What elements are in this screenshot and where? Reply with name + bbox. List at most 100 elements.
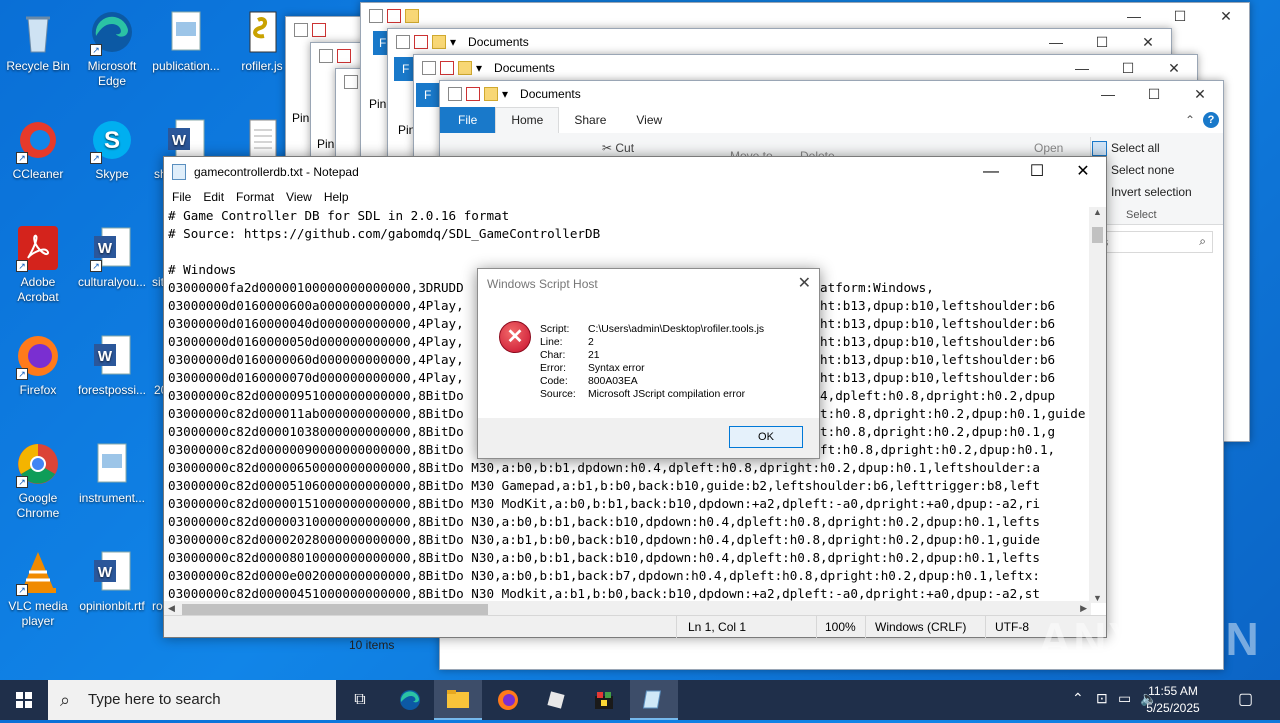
checkmark-icon [312, 23, 326, 37]
desktop-icon-vlc[interactable]: ↗ VLC media player [0, 548, 76, 629]
scroll-left-icon[interactable]: ◀ [168, 603, 175, 614]
task-view-button[interactable]: ⧉ [336, 680, 384, 720]
window-controls: — ☐ ✕ [1059, 55, 1197, 81]
text-line: # Game Controller DB for SDL in 2.0.16 f… [168, 208, 510, 223]
image-file-icon [88, 440, 136, 488]
text-line: 03000000c82d00000151000000000000,8BitDo … [168, 496, 1040, 511]
maximize-icon[interactable]: ☐ [1014, 157, 1060, 187]
desktop-icon-opinionbit[interactable]: W opinionbit.rtf [74, 548, 150, 614]
minimize-icon[interactable]: — [1111, 3, 1157, 29]
desktop-icon-publication[interactable]: publication... [148, 8, 224, 74]
scrollbar-thumb[interactable] [1092, 227, 1103, 243]
items-count: 10 items [349, 638, 395, 652]
desktop-icon-skype[interactable]: S ↗ Skype [74, 116, 150, 182]
dropdown-arrow-icon[interactable]: ▾ [476, 61, 482, 75]
collapse-ribbon-icon[interactable]: ⌃ [1185, 113, 1195, 127]
svg-text:S: S [104, 127, 120, 154]
taskbar-app-roblox[interactable] [532, 680, 580, 720]
taskbar-edge[interactable] [386, 680, 434, 720]
minimize-icon[interactable]: — [1059, 55, 1105, 81]
error-dialog[interactable]: Windows Script Host ✕ ✕ Script: C:\Users\… [477, 268, 820, 459]
minimize-icon[interactable]: — [968, 157, 1014, 187]
menu-file[interactable]: File [166, 190, 197, 204]
search-box[interactable]: ts ⌕ [1095, 231, 1213, 253]
close-icon[interactable]: ✕ [1177, 81, 1223, 107]
network-icon[interactable]: ⊡ [1096, 690, 1108, 707]
desktop-icon-culturalyou[interactable]: W ↗ culturalyou... [74, 224, 150, 290]
vertical-scrollbar[interactable]: ▲ ▼ [1089, 207, 1106, 603]
properties-icon [344, 75, 358, 89]
status-divider [985, 616, 986, 638]
start-button[interactable] [0, 680, 48, 720]
window-title: Documents [520, 87, 581, 101]
cut-button[interactable]: ✂ Cut [602, 141, 634, 155]
chevron-up-icon[interactable]: ⌃ [1072, 690, 1084, 707]
desktop-icon-adobe-acrobat[interactable]: ↗ Adobe Acrobat [0, 224, 76, 305]
shortcut-arrow-icon: ↗ [16, 476, 28, 488]
scrollbar-thumb[interactable] [182, 604, 488, 615]
clock[interactable]: 11:55 AM 5/25/2025 [1132, 683, 1214, 717]
select-none-button[interactable]: Select none [1111, 163, 1174, 177]
status-divider [816, 616, 817, 638]
notifications-icon[interactable]: ▢ [1238, 689, 1253, 709]
desktop-icon-edge[interactable]: ↗ Microsoft Edge [74, 8, 150, 89]
close-icon[interactable]: ✕ [1151, 55, 1197, 81]
ok-button[interactable]: OK [729, 426, 803, 448]
anyrun-watermark: ANY RUN [1038, 613, 1261, 665]
desktop-icon-google-chrome[interactable]: ↗ Google Chrome [0, 440, 76, 521]
desktop-icon-firefox[interactable]: ↗ Firefox [0, 332, 76, 398]
file-tab[interactable]: F [416, 83, 440, 107]
dropdown-arrow-icon[interactable]: ▾ [450, 35, 456, 49]
title-bar[interactable]: gamecontrollerdb.txt - Notepad [164, 157, 1106, 187]
select-all-button[interactable]: Select all [1111, 141, 1160, 155]
shortcut-arrow-icon: ↗ [16, 260, 28, 272]
invert-selection-button[interactable]: Invert selection [1111, 185, 1192, 199]
taskbar-search[interactable]: ⌕ Type here to search [48, 680, 336, 720]
close-icon[interactable]: ✕ [1060, 157, 1106, 187]
tab-share[interactable]: Share [559, 113, 621, 127]
menu-view[interactable]: View [280, 190, 318, 204]
desktop-icon-instrument[interactable]: instrument... [74, 440, 150, 506]
dialog-footer: OK [478, 418, 819, 458]
skype-icon: S ↗ [88, 116, 136, 164]
dropdown-arrow-icon[interactable]: ▾ [502, 87, 508, 101]
window-controls: — ☐ ✕ [1085, 81, 1223, 107]
display-icon[interactable]: ▭ [1118, 690, 1131, 707]
search-icon: ⌕ [1199, 234, 1206, 248]
scroll-down-icon[interactable]: ▼ [1093, 593, 1102, 603]
desktop-icon-forestpossi[interactable]: W forestpossi... [74, 332, 150, 398]
close-icon[interactable]: ✕ [1203, 3, 1249, 29]
select-all-icon [1092, 141, 1107, 156]
text-line: 03000000c82d00000310000000000000,8BitDo … [168, 514, 1040, 529]
svg-text:W: W [98, 240, 113, 257]
taskbar-firefox[interactable] [484, 680, 532, 720]
tab-home[interactable]: Home [495, 107, 560, 133]
checkmark-icon [466, 87, 480, 101]
scroll-up-icon[interactable]: ▲ [1093, 207, 1102, 217]
close-icon[interactable]: ✕ [1125, 29, 1171, 55]
help-icon[interactable]: ? [1203, 112, 1219, 128]
minimize-icon[interactable]: — [1033, 29, 1079, 55]
desktop-icon-recycle-bin[interactable]: Recycle Bin [0, 8, 76, 74]
maximize-icon[interactable]: ☐ [1105, 55, 1151, 81]
minimize-icon[interactable]: — [1085, 81, 1131, 107]
text-line: 03000000c82d00002028000000000000,8BitDo … [168, 532, 1040, 547]
properties-icon [319, 49, 333, 63]
properties-icon [396, 35, 410, 49]
tab-view[interactable]: View [621, 113, 677, 127]
menu-format[interactable]: Format [230, 190, 280, 204]
desktop-icon-ccleaner[interactable]: ↗ CCleaner [0, 116, 76, 182]
taskbar-notepad[interactable] [630, 680, 678, 720]
svg-text:W: W [172, 132, 187, 149]
maximize-icon[interactable]: ☐ [1131, 81, 1177, 107]
taskbar-app-media[interactable] [580, 680, 628, 720]
open-button[interactable]: Open [1034, 141, 1063, 155]
maximize-icon[interactable]: ☐ [1157, 3, 1203, 29]
menu-edit[interactable]: Edit [197, 190, 230, 204]
notepad-icon [643, 690, 662, 709]
taskbar-file-explorer[interactable] [434, 680, 482, 720]
menu-help[interactable]: Help [318, 190, 355, 204]
maximize-icon[interactable]: ☐ [1079, 29, 1125, 55]
close-icon[interactable]: ✕ [798, 273, 811, 293]
tab-file[interactable]: File [440, 107, 496, 133]
